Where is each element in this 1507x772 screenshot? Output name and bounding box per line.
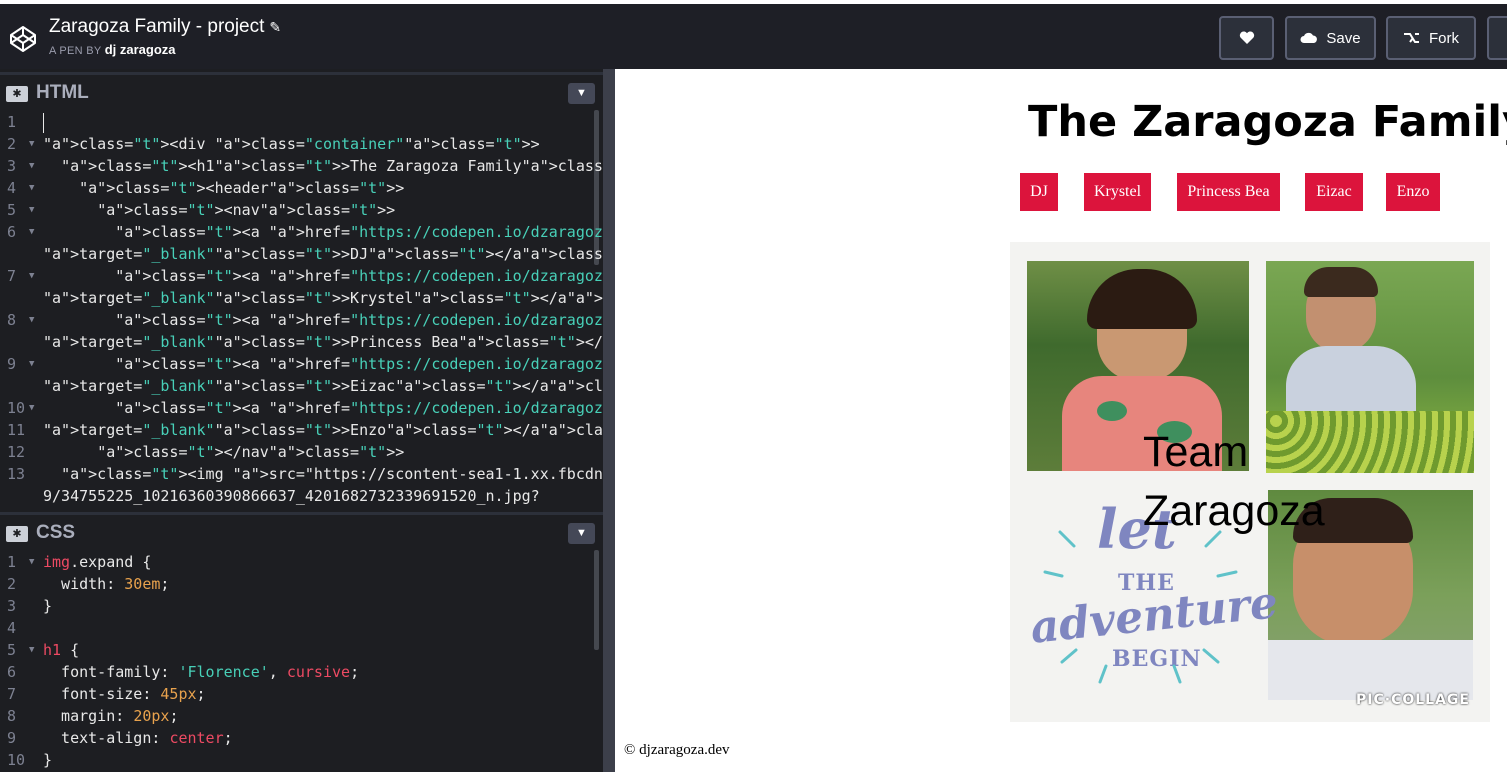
nav-link-krystel[interactable]: Krystel xyxy=(1084,173,1151,211)
preview-pane: The Zaragoza Family DJ Krystel Princess … xyxy=(615,69,1507,772)
code-line: 10 ▼ "a">class="t"><a "a">href="https://c… xyxy=(0,397,603,419)
html-line-7b: "a">target="_blank""a">class="t">>Kryste… xyxy=(43,289,603,307)
piccollage-watermark: PIC·COLLAGE xyxy=(1356,692,1470,708)
editor-column: ✱ HTML ▼ 1 2 ▼ "a">class="t"><div "a">clas… xyxy=(0,69,603,772)
code-line: 11 "a">target="_blank""a">class="t">>Enzo… xyxy=(0,419,603,441)
overlay-zaragoza: Zaragoza xyxy=(1143,487,1325,535)
photo-toddler xyxy=(1266,261,1474,473)
code-line: 4 ▼ "a">class="t"><header"a">class="t">> xyxy=(7,179,405,197)
nav-link-eizac[interactable]: Eizac xyxy=(1305,173,1363,211)
byline: A PEN BY dj zaragoza xyxy=(49,42,176,57)
gear-icon[interactable]: ✱ xyxy=(6,86,28,102)
code-line: "a">target="_blank""a">class="t">>Eizac"… xyxy=(0,375,603,397)
html-line-3: "a">class="t"><h1"a">class="t">>The Zara… xyxy=(61,157,603,175)
html-line-6a: "a">class="t"><a "a">href="https://codep… xyxy=(115,223,603,241)
pen-title[interactable]: Zaragoza Family - project ✎ xyxy=(49,16,281,38)
codepen-logo-icon[interactable] xyxy=(8,24,38,54)
nav-link-dj[interactable]: DJ xyxy=(1020,173,1058,211)
css-line-6: font-family: 'Florence', cursive; xyxy=(43,663,360,681)
html-line-11: "a">target="_blank""a">class="t">>Enzo"a… xyxy=(43,421,603,439)
css-line-2: width: 30em; xyxy=(43,575,170,593)
css-line-1: img.expand { xyxy=(43,553,152,571)
code-line: "a">target="_blank""a">class="t">>Prince… xyxy=(0,331,603,353)
heart-icon xyxy=(1239,31,1254,44)
css-line-9: text-align: center; xyxy=(43,729,233,747)
overlay-team: Team xyxy=(1143,428,1249,476)
code-line: 1 xyxy=(7,113,17,131)
code-line: 13 "a">class="t"><img "a">src="https://s… xyxy=(0,463,603,485)
code-line: 8 ▼ "a">class="t"><a "a">href="https://co… xyxy=(0,309,603,331)
html-line-13b: 9/34755225_10216360390866637_42016827323… xyxy=(43,487,540,505)
code-line: "a">target="_blank""a">class="t">>Kryste… xyxy=(0,287,603,309)
fork-icon xyxy=(1404,33,1419,43)
css-line-8: margin: 20px; xyxy=(43,707,179,725)
html-pane-title: HTML xyxy=(36,82,89,103)
code-line: 3 ▼ "a">class="t"><h1"a">class="t">>The Z… xyxy=(0,155,603,177)
nav-link-princess-bea[interactable]: Princess Bea xyxy=(1177,173,1280,211)
burst-lines-icon xyxy=(1043,530,1238,684)
chevron-down-icon[interactable]: ▼ xyxy=(568,83,595,104)
chevron-down-icon[interactable]: ▼ xyxy=(568,523,595,544)
html-editor[interactable]: 1 2 ▼ "a">class="t"><div "a">class="contai… xyxy=(0,110,603,510)
code-line: 9 ▼ "a">class="t"><a "a">href="https://co… xyxy=(0,353,603,375)
family-collage-image: let THE adventure BEGIN Team Zaragoza PI… xyxy=(1010,242,1490,722)
html-line-9a: "a">class="t"><a "a">href="https://codep… xyxy=(115,355,603,373)
byline-prefix: A PEN BY xyxy=(49,45,102,57)
fork-label: Fork xyxy=(1429,29,1459,47)
css-line-5: h1 { xyxy=(43,641,80,659)
code-line: 2 ▼ "a">class="t"><div "a">class="containe… xyxy=(7,135,540,153)
pencil-icon[interactable]: ✎ xyxy=(269,19,281,36)
save-label: Save xyxy=(1326,29,1361,47)
code-line: 9/34755225_10216360390866637_42016827323… xyxy=(0,485,603,507)
nav-link-enzo[interactable]: Enzo xyxy=(1386,173,1440,211)
html-line-7a: "a">class="t"><a "a">href="https://codep… xyxy=(115,267,603,285)
html-line-5: "a">class="t"><nav"a">class="t">> xyxy=(97,201,396,219)
html-pane-header: ✱ HTML ▼ xyxy=(0,72,603,110)
html-line-10a: "a">class="t"><a "a">href="https://codep… xyxy=(115,399,603,417)
settings-button[interactable] xyxy=(1487,16,1507,60)
html-line-8b: "a">target="_blank""a">class="t">>Prince… xyxy=(43,333,603,351)
html-line-8a: "a">class="t"><a "a">href="https://codep… xyxy=(115,311,603,329)
pane-resizer[interactable] xyxy=(603,69,615,772)
code-line: 5 ▼ "a">class="t"><nav"a">class="t">> xyxy=(7,201,396,219)
pen-title-text[interactable]: Zaragoza Family - project xyxy=(49,16,264,37)
html-line-6b: "a">target="_blank""a">class="t">>DJ"a">… xyxy=(43,245,603,263)
css-line-10: } xyxy=(43,751,53,769)
code-line: "a">target="_blank""a">class="t">>DJ"a">… xyxy=(0,243,603,265)
preview-heading: The Zaragoza Family xyxy=(1028,97,1507,147)
cloud-icon xyxy=(1300,32,1318,43)
html-line-13a: "a">class="t"><img "a">src="https://scon… xyxy=(61,465,603,483)
css-line-7: font-size: 45px; xyxy=(43,685,206,703)
css-editor[interactable]: 1 ▼ img.expand { 2 width: 30em; 3} 4 5 ▼ h1 … xyxy=(0,550,603,772)
html-line-2: "a">class="t"><div "a">class="container"… xyxy=(43,135,540,153)
save-button[interactable]: Save xyxy=(1285,16,1376,60)
code-line: 7 ▼ "a">class="t"><a "a">href="https://co… xyxy=(0,265,603,287)
html-line-12: "a">class="t"></nav"a">class="t">> xyxy=(97,443,405,461)
html-line-4: "a">class="t"><header"a">class="t">> xyxy=(79,179,405,197)
fork-button[interactable]: Fork xyxy=(1386,16,1476,60)
css-line-3: } xyxy=(43,597,53,615)
html-line-9b: "a">target="_blank""a">class="t">>Eizac"… xyxy=(43,377,603,395)
author-link[interactable]: dj zaragoza xyxy=(105,42,176,57)
footer-copyright: © djzaragoza.dev xyxy=(624,742,730,758)
top-bar: Zaragoza Family - project ✎ A PEN BY dj z… xyxy=(0,0,1507,69)
code-line: 6 ▼ "a">class="t"><a "a">href="https://co… xyxy=(0,221,603,243)
css-pane-header: ✱ CSS ▼ xyxy=(0,512,603,550)
css-pane-title: CSS xyxy=(36,522,76,543)
gear-icon[interactable]: ✱ xyxy=(6,526,28,542)
code-line: 12 "a">class="t"></nav"a">class="t">> xyxy=(7,443,405,461)
heart-button[interactable] xyxy=(1219,16,1274,60)
